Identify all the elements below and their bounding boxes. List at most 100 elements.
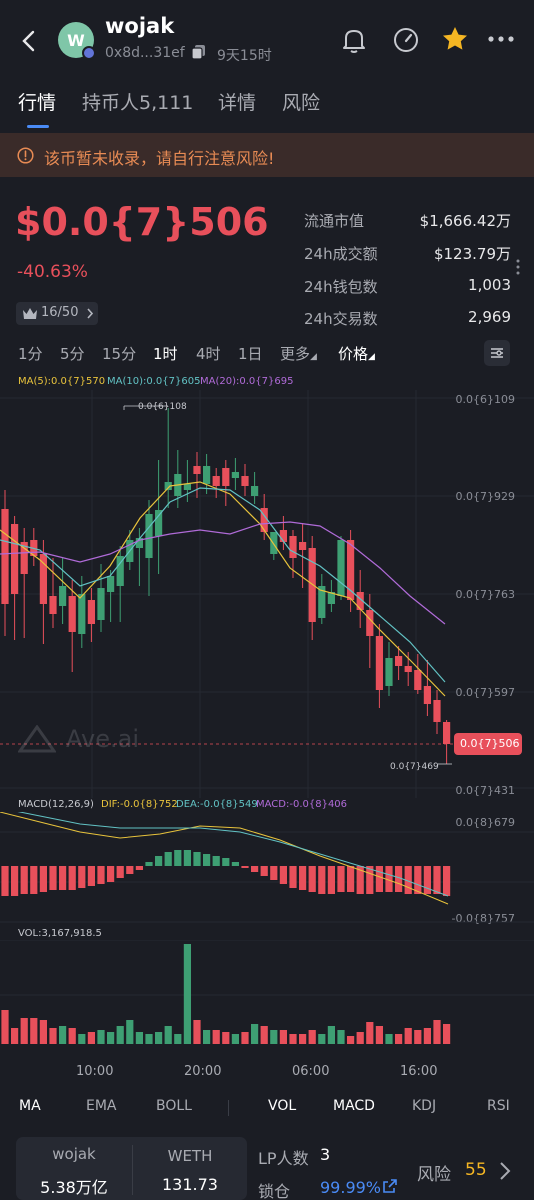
candle-body <box>87 600 95 624</box>
macd-bar <box>423 866 431 894</box>
volume-bar <box>20 1018 28 1044</box>
candle-body <box>11 524 19 594</box>
token-age: 9天15时 <box>217 48 272 64</box>
macd-bar <box>155 856 163 866</box>
lock-label: 锁仓 <box>258 1182 291 1200</box>
time-axis-label: 10:00 <box>76 1064 114 1079</box>
indicator-kdj[interactable]: KDJ <box>412 1098 436 1114</box>
copy-address-button[interactable] <box>191 44 207 60</box>
chart-settings-button[interactable] <box>484 340 510 366</box>
indicator-macd[interactable]: MACD <box>333 1098 375 1114</box>
stat-value-market-cap: $1,666.42万 <box>419 212 511 230</box>
volume-bar <box>203 1030 211 1044</box>
watermark-logo: Ave.ai <box>18 725 139 753</box>
lock-link-button[interactable] <box>382 1178 398 1194</box>
volume-bar <box>87 1032 95 1044</box>
volume-bar <box>78 1034 86 1044</box>
risk-score[interactable]: 55 <box>465 1160 487 1180</box>
favorite-button[interactable] <box>440 24 470 54</box>
interval-more-label: 更多 <box>280 345 311 363</box>
indicator-ema[interactable]: EMA <box>86 1098 117 1114</box>
price-axis-label: 0.0{7}431 <box>455 784 516 797</box>
macd-bar <box>433 866 441 894</box>
interval-more[interactable]: 更多◢ <box>280 343 317 364</box>
liquidity-pool-card[interactable]: wojak 5.38万亿 WETH 131.73 <box>16 1137 247 1200</box>
current-price-tag-text: 0.0{7}506 <box>460 737 520 750</box>
warning-icon <box>17 147 34 164</box>
indicator-vol[interactable]: VOL <box>268 1098 296 1114</box>
volume-bar <box>183 944 191 1044</box>
speed-button[interactable] <box>390 24 422 56</box>
more-button[interactable] <box>486 24 516 54</box>
stats-more-handle[interactable] <box>515 258 521 276</box>
macd-bar <box>260 866 268 876</box>
macd-bar <box>59 866 67 890</box>
dropdown-triangle-icon: ◢ <box>368 352 375 362</box>
candle-body <box>107 576 115 592</box>
volume-bar <box>174 1034 182 1044</box>
volume-bar <box>347 1036 355 1044</box>
volume-bars <box>0 940 534 1044</box>
macd-bar <box>414 866 422 894</box>
rank-badge[interactable]: 16/50 <box>16 302 98 325</box>
candle-body <box>231 472 239 478</box>
interval-5m[interactable]: 5分 <box>60 343 85 364</box>
token-a-name: wojak <box>52 1145 96 1163</box>
macd-bar <box>183 850 191 866</box>
volume-bar <box>327 1026 335 1044</box>
macd-bar <box>126 866 134 874</box>
interval-4h[interactable]: 4时 <box>196 343 221 364</box>
interval-1m[interactable]: 1分 <box>18 343 43 364</box>
tab-market[interactable]: 行情 <box>18 88 56 115</box>
volume-bar <box>414 1030 422 1044</box>
price-change: -40.63% <box>17 262 88 282</box>
volume-bar <box>30 1018 38 1044</box>
interval-1d[interactable]: 1日 <box>238 343 263 364</box>
volume-bar <box>260 1026 268 1044</box>
interval-1h[interactable]: 1时 <box>153 343 178 364</box>
volume-bar <box>375 1026 383 1044</box>
macd-bar <box>135 866 143 870</box>
price-axis-label: 0.0{7}763 <box>455 588 516 601</box>
macd-bar <box>203 854 211 866</box>
lock-value[interactable]: 99.99% <box>320 1178 381 1197</box>
token-a-amount: 5.38万亿 <box>40 1178 108 1197</box>
volume-bar <box>1 1010 9 1044</box>
tab-details[interactable]: 详情 <box>218 88 256 115</box>
volume-bar <box>126 1020 134 1044</box>
high-marker-label: 0.0{6}108 <box>138 402 187 412</box>
candle-body <box>49 596 57 614</box>
price-axis-label: 0.0{6}109 <box>455 393 516 406</box>
macd-bar <box>270 866 278 880</box>
candle-body <box>270 532 278 554</box>
candle-body <box>433 700 441 722</box>
volume-bar <box>423 1028 431 1044</box>
volume-bar <box>145 1034 153 1044</box>
interval-15m[interactable]: 15分 <box>102 343 136 364</box>
indicator-rsi[interactable]: RSI <box>487 1098 510 1114</box>
indicator-boll[interactable]: BOLL <box>156 1098 192 1114</box>
alert-button[interactable] <box>338 24 370 56</box>
warning-text: 该币暂未收录，请自行注意风险! <box>44 149 275 168</box>
gauge-icon <box>394 28 418 52</box>
indicator-ma[interactable]: MA <box>19 1098 41 1114</box>
price-mode-select[interactable]: 价格◢ <box>338 343 375 364</box>
tab-risk[interactable]: 风险 <box>282 88 320 115</box>
time-axis-label: 16:00 <box>400 1064 438 1079</box>
macd-bar <box>318 866 326 894</box>
tab-holders[interactable]: 持币人5,111 <box>82 88 193 115</box>
macd-bar <box>49 866 57 890</box>
volume-bar <box>366 1022 374 1044</box>
volume-bar <box>289 1034 297 1044</box>
stat-value-wallets: 1,003 <box>468 276 511 294</box>
vertical-dots-icon <box>516 259 520 275</box>
risk-detail-button[interactable] <box>498 1161 512 1181</box>
macd-dea: DEA:-0.0{8}549 <box>176 799 258 810</box>
macd-bar <box>39 866 47 892</box>
candle-body <box>385 658 393 686</box>
price-axis-label: 0.0{7}929 <box>455 490 516 503</box>
volume-bar <box>241 1032 249 1044</box>
macd-bar <box>164 852 172 866</box>
back-button[interactable] <box>14 26 44 56</box>
candle-body <box>193 466 201 474</box>
